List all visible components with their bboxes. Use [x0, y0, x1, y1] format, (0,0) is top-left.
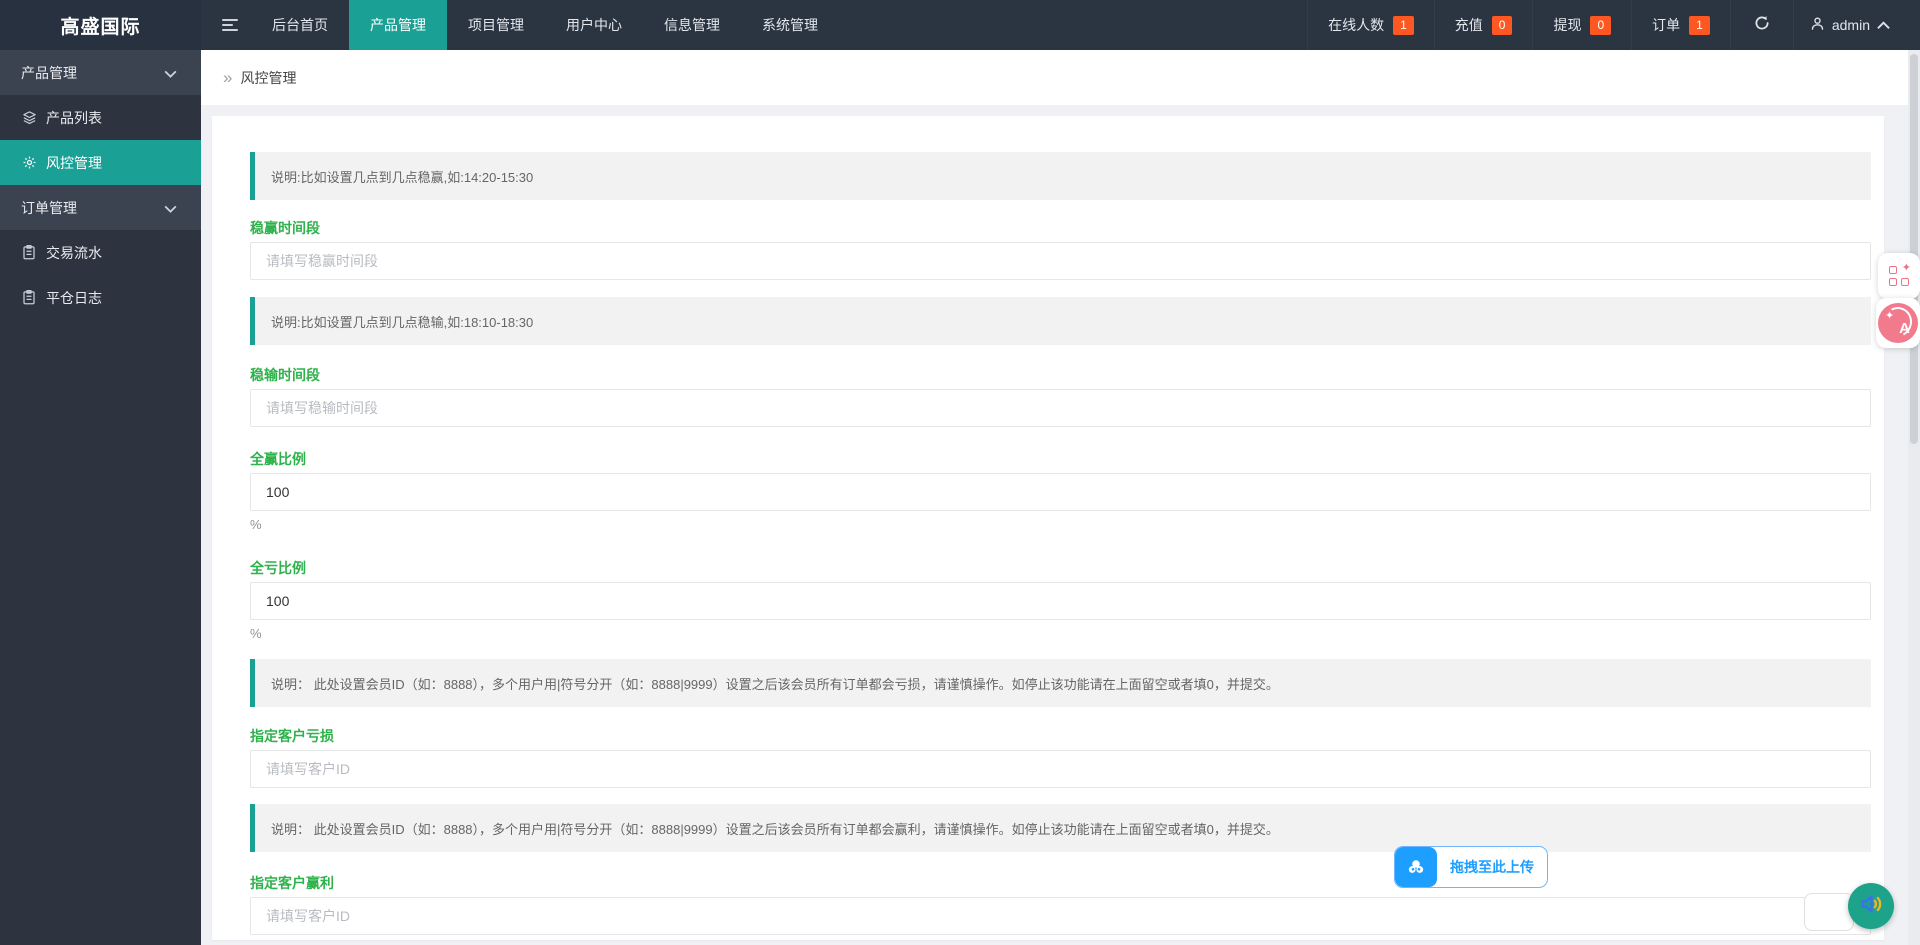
- drag-upload-label: 拖拽至此上传: [1437, 847, 1547, 887]
- note-lose-time: 说明:比如设置几点到几点稳输,如:18:10-18:30: [250, 297, 1871, 345]
- online-count-label: 在线人数: [1328, 15, 1384, 35]
- top-navbar: 高盛国际 后台首页 产品管理 项目管理 用户中心 信息管理 系统管理 在线人数 …: [0, 0, 1920, 50]
- lose-ratio-suffix: %: [250, 627, 1871, 641]
- assign-loss-label: 指定客户亏损: [250, 728, 1871, 744]
- sidebar-item-transaction-flow[interactable]: 交易流水: [0, 230, 201, 275]
- translate-bubble[interactable]: ✦ A: [1876, 298, 1920, 348]
- note-win-time: 说明:比如设置几点到几点稳赢,如:14:20-15:30: [250, 152, 1871, 200]
- nav-item-user-center[interactable]: 用户中心: [545, 0, 643, 50]
- lose-time-label: 稳输时间段: [250, 367, 1871, 383]
- win-ratio-input[interactable]: [250, 473, 1871, 511]
- nav-item-system[interactable]: 系统管理: [741, 0, 839, 50]
- sidebar-item-label: 交易流水: [46, 243, 102, 263]
- sidebar-item-label: 风控管理: [46, 153, 102, 173]
- page-title: 风控管理: [240, 68, 296, 88]
- win-time-input[interactable]: [250, 242, 1871, 280]
- recharge-badge: 0: [1492, 16, 1513, 35]
- nav-item-info[interactable]: 信息管理: [643, 0, 741, 50]
- user-icon: [1810, 16, 1825, 34]
- nav-item-project[interactable]: 项目管理: [447, 0, 545, 50]
- username: admin: [1832, 17, 1870, 33]
- chevron-down-icon: [164, 200, 177, 216]
- translate-icon: ✦ A: [1878, 303, 1918, 343]
- sidebar-item-close-position-log[interactable]: 平仓日志: [0, 275, 201, 320]
- apps-shortcut-bubble[interactable]: ✦: [1878, 253, 1920, 299]
- withdraw-label: 提现: [1553, 15, 1581, 35]
- sidebar-item-product-list[interactable]: 产品列表: [0, 95, 201, 140]
- refresh-icon: [1753, 14, 1771, 37]
- lose-time-input[interactable]: [250, 389, 1871, 427]
- sidebar-group-orders[interactable]: 订单管理: [0, 185, 201, 230]
- user-menu[interactable]: admin: [1793, 0, 1906, 50]
- assign-loss-input[interactable]: [250, 750, 1871, 788]
- gear-icon: [21, 155, 37, 171]
- win-ratio-suffix: %: [250, 518, 1871, 532]
- note-text: 说明： 此处设置会员ID（如：8888），多个用户用|符号分开（如：8888|9…: [271, 674, 1279, 693]
- sidebar-group-product[interactable]: 产品管理: [0, 50, 201, 95]
- refresh-button[interactable]: [1730, 0, 1793, 50]
- chevron-up-icon: [1877, 17, 1890, 33]
- document-icon: [21, 245, 37, 261]
- drag-upload-dropzone[interactable]: 拖拽至此上传: [1394, 846, 1548, 888]
- breadcrumb: » 风控管理: [201, 50, 1908, 105]
- sidebar-item-label: 平仓日志: [46, 288, 102, 308]
- collapsed-tool-panel[interactable]: [1804, 893, 1854, 931]
- orders-button[interactable]: 订单 1: [1631, 0, 1730, 50]
- withdraw-button[interactable]: 提现 0: [1532, 0, 1631, 50]
- win-ratio-label: 全赢比例: [250, 451, 1871, 467]
- scrollbar-thumb[interactable]: [1910, 54, 1918, 444]
- page-scrollbar[interactable]: [1908, 50, 1920, 945]
- speaker-icon: [1858, 891, 1884, 922]
- read-aloud-button[interactable]: [1848, 883, 1894, 929]
- risk-form-card: 说明:比如设置几点到几点稳赢,如:14:20-15:30 稳赢时间段 说明:比如…: [212, 116, 1884, 940]
- sidebar-group-label: 产品管理: [21, 63, 77, 83]
- nav-item-dashboard[interactable]: 后台首页: [251, 0, 349, 50]
- hamburger-menu-icon[interactable]: [209, 0, 251, 50]
- document-icon: [21, 290, 37, 306]
- sidebar-group-label: 订单管理: [21, 198, 77, 218]
- orders-label: 订单: [1652, 15, 1680, 35]
- risk-management-admin-page: { "navbar": { "logo": "高盛国际", "menu": [ …: [0, 0, 1920, 945]
- layers-icon: [21, 110, 37, 126]
- recharge-button[interactable]: 充值 0: [1434, 0, 1533, 50]
- note-assign-loss: 说明： 此处设置会员ID（如：8888），多个用户用|符号分开（如：8888|9…: [250, 659, 1871, 707]
- lose-ratio-label: 全亏比例: [250, 560, 1871, 576]
- navbar-right: 在线人数 1 充值 0 提现 0 订单 1: [1307, 0, 1920, 50]
- main-nav: 后台首页 产品管理 项目管理 用户中心 信息管理 系统管理: [251, 0, 839, 50]
- lose-ratio-input[interactable]: [250, 582, 1871, 620]
- online-count-badge: 1: [1393, 16, 1414, 35]
- note-text: 说明： 此处设置会员ID（如：8888），多个用户用|符号分开（如：8888|9…: [271, 819, 1279, 838]
- note-text: 说明:比如设置几点到几点稳输,如:18:10-18:30: [271, 312, 533, 331]
- apps-add-icon: ✦: [1889, 266, 1909, 286]
- nav-item-product[interactable]: 产品管理: [349, 0, 447, 50]
- orders-badge: 1: [1689, 16, 1710, 35]
- online-count-button[interactable]: 在线人数 1: [1307, 0, 1434, 50]
- sidebar-item-risk-management[interactable]: 风控管理: [0, 140, 201, 185]
- chevron-down-icon: [164, 65, 177, 81]
- app-logo: 高盛国际: [0, 0, 201, 50]
- sidebar: 产品管理 产品列表 风控管理 订单管理: [0, 50, 201, 945]
- assign-win-label: 指定客户赢利: [250, 875, 1871, 891]
- win-time-label: 稳赢时间段: [250, 220, 1871, 236]
- breadcrumb-chevrons-icon: »: [223, 69, 232, 86]
- assign-win-input[interactable]: [250, 897, 1871, 935]
- note-assign-win: 说明： 此处设置会员ID（如：8888），多个用户用|符号分开（如：8888|9…: [250, 804, 1871, 852]
- recharge-label: 充值: [1455, 15, 1483, 35]
- sidebar-item-label: 产品列表: [46, 108, 102, 128]
- note-text: 说明:比如设置几点到几点稳赢,如:14:20-15:30: [271, 167, 533, 186]
- cloud-upload-icon: [1395, 847, 1437, 887]
- withdraw-badge: 0: [1590, 16, 1611, 35]
